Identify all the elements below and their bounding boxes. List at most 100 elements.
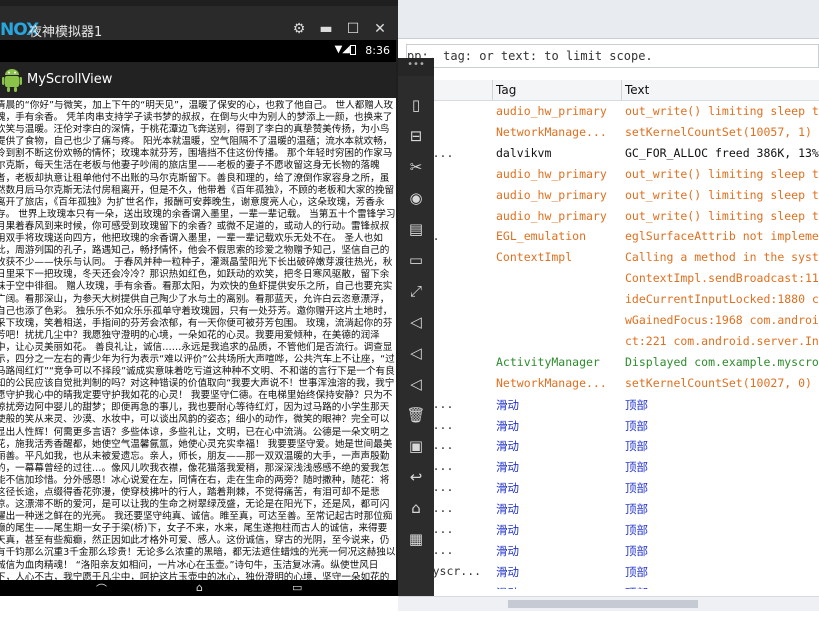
log-row[interactable]: ct:221 com.android.server.In [398, 334, 819, 355]
status-time: 8:36 [365, 44, 390, 57]
logcat-toolbar [398, 0, 819, 39]
log-row[interactable]: myscr...滑动顶部 [398, 480, 819, 501]
back-icon[interactable]: ⌒ [96, 581, 107, 597]
log-row[interactable]: ContextImpl Calling a method in the syst [398, 250, 819, 271]
scroll-view[interactable]: 清晨的“你好”与微笑，加上下午的“明天见”，温暖了保安的心，也救了他自己。 世人… [0, 100, 396, 580]
log-tag: NetworkManage... [496, 375, 607, 390]
log-text: out_write() limiting sleep t [625, 104, 819, 118]
log-row[interactable]: wGainedFocus:1968 com.androi [398, 313, 819, 334]
volume-up-icon[interactable]: ◁ [405, 311, 427, 333]
log-row[interactable]: audio_hw_primary out_write() limiting sle… [398, 167, 819, 188]
log-tag: 滑动 [496, 585, 519, 589]
log-row[interactable]: ple.myscr...滑动顶部 [398, 564, 819, 585]
article-text: 清晨的“你好”与微笑，加上下午的“明天见”，温暖了保安的心，也救了他自己。 世人… [0, 100, 396, 580]
battery-icon [350, 45, 356, 55]
logcat-message-list[interactable]: audio_hw_primary out_write() limiting sle… [398, 104, 819, 589]
minimize-button[interactable]: ▬ [318, 21, 334, 37]
log-tag: audio_hw_primary [496, 104, 607, 118]
log-text: 顶部 [625, 481, 648, 496]
log-text: 顶部 [625, 585, 648, 589]
log-tag: NetworkManage... [496, 124, 607, 139]
log-text: 顶部 [625, 543, 648, 558]
status-bar: ▼◢ 8:36 [0, 40, 396, 62]
log-text: 顶部 [625, 502, 648, 517]
volume-down-icon[interactable]: ◁ [405, 342, 427, 364]
apk-install-icon[interactable]: ▣ [405, 435, 427, 457]
horizontal-scrollbar[interactable] [398, 596, 819, 611]
home-icon[interactable]: ⌂ [196, 581, 203, 594]
log-row[interactable]: audio_hw_primary out_write() limiting sle… [398, 104, 819, 125]
menu-icon[interactable]: ▦ [405, 528, 427, 550]
scissors-icon[interactable]: ✂ [405, 156, 427, 178]
log-text: eglSurfaceAttrib not impleme [625, 229, 819, 244]
log-tag: 滑动 [496, 397, 519, 412]
log-row[interactable]: audio_hw_primary out_write() limiting sle… [398, 188, 819, 209]
log-text: Displayed com.example.myscro [625, 354, 819, 369]
robot-icon[interactable]: ⊟ [405, 125, 427, 147]
phone-rotate-icon[interactable]: ▯ [405, 94, 427, 116]
log-tag: 滑动 [496, 543, 519, 558]
log-row[interactable]: ideCurrentInputLocked:1880 c [398, 292, 819, 313]
emulator-window: NOX 夜神模拟器1 ⚙ ▬ ☐ ✕ ▼◢ 8:36 MyScrollView [0, 0, 398, 596]
log-tag: audio_hw_primary [496, 208, 607, 223]
location-icon[interactable]: ◉ [405, 187, 427, 209]
toolbar-grip[interactable]: ••• [398, 58, 434, 76]
close-button[interactable]: ✕ [372, 21, 388, 37]
window-title: 夜神模拟器1 [29, 25, 103, 40]
log-row[interactable]: audio_hw_primary out_write() limiting sle… [398, 209, 819, 230]
mute-icon[interactable]: ◁ [405, 373, 427, 395]
column-divider[interactable] [492, 80, 493, 100]
log-tag: EGL_emulation [496, 229, 587, 244]
log-row[interactable]: scr...EGL_emulationeglSurfaceAttrib not … [398, 229, 819, 250]
log-tag: audio_hw_primary [496, 166, 607, 181]
log-row[interactable]: NetworkManage... setKernelCountSet(10057,… [398, 125, 819, 146]
back-arrow-icon[interactable]: ↩ [405, 466, 427, 488]
log-text: 顶部 [625, 439, 648, 454]
scrollbar-thumb[interactable] [508, 600, 698, 608]
screen-icon[interactable]: ▭ [405, 249, 427, 271]
log-row[interactable]: NetworkManage... setKernelCountSet(10027,… [398, 376, 819, 397]
log-text: setKernelCountSet(10057, 1) [625, 124, 812, 139]
log-row[interactable]: myscr...滑动顶部 [398, 522, 819, 543]
log-row[interactable]: myscr...dalvikvmGC_FOR_ALLOC freed 386K,… [398, 146, 819, 167]
logcat-column-header: Tag Text [398, 80, 819, 101]
log-row[interactable]: ActivityManager Displayed com.example.mys… [398, 355, 819, 376]
logcat-filter-input[interactable]: pp:, tag: or text: to limit scope. [406, 44, 819, 68]
column-tag[interactable]: Tag [496, 83, 516, 97]
log-row[interactable]: myscr...滑动顶部 [398, 397, 819, 418]
gear-icon[interactable]: ⚙ [291, 21, 307, 37]
column-divider[interactable] [621, 80, 622, 100]
log-tag: 滑动 [496, 481, 519, 496]
log-tag: ActivityManager [496, 354, 600, 369]
keyboard-icon[interactable]: ▤ [405, 218, 427, 240]
android-screen[interactable]: ▼◢ 8:36 MyScrollView 清晨的“你好”与微笑，加上下午的“明天… [0, 40, 396, 580]
log-text: 顶部 [625, 523, 648, 537]
log-text: out_write() limiting sleep t [625, 208, 819, 223]
log-row[interactable]: myscr...滑动顶部 [398, 543, 819, 564]
log-tag: audio_hw_primary [496, 187, 607, 202]
emulator-titlebar[interactable]: NOX 夜神模拟器1 ⚙ ▬ ☐ ✕ [0, 6, 398, 40]
maximize-button[interactable]: ☐ [345, 21, 361, 37]
log-text: 顶部 [625, 564, 648, 579]
recents-icon[interactable]: ▭ [292, 581, 302, 594]
log-row[interactable]: ple.myscr...滑动顶部 [398, 585, 819, 589]
home-icon[interactable]: ⌂ [405, 497, 427, 519]
log-tag: 滑动 [496, 418, 519, 433]
log-tag: dalvikvm [496, 145, 552, 160]
log-row[interactable]: myscr...滑动顶部 [398, 438, 819, 459]
column-text[interactable]: Text [625, 83, 649, 97]
log-text: out_write() limiting sleep t [625, 166, 819, 181]
log-row[interactable]: myscr...滑动顶部 [398, 501, 819, 522]
log-row[interactable]: myscr...滑动顶部 [398, 459, 819, 480]
log-text: 顶部 [625, 460, 648, 475]
log-tag: 滑动 [496, 564, 519, 579]
fullscreen-icon[interactable]: ⤢ [405, 280, 427, 302]
trash-icon[interactable]: 🗑 [405, 404, 427, 426]
log-row[interactable]: ContextImpl.sendBroadcast:11 [398, 271, 819, 292]
log-text: Calling a method in the syst [625, 250, 819, 265]
log-tag: 滑动 [496, 502, 519, 517]
log-text: GC_FOR_ALLOC freed 386K, 13% [625, 145, 819, 160]
emulator-side-toolbar: ••• ▯ ⊟ ✂ ◉ ▤ ▭ ⤢ ◁ ◁ ◁ 🗑 ▣ ↩ ⌂ ▦ [398, 58, 434, 596]
log-row[interactable]: myscr...滑动顶部 [398, 418, 819, 439]
log-tag: 滑动 [496, 523, 519, 537]
